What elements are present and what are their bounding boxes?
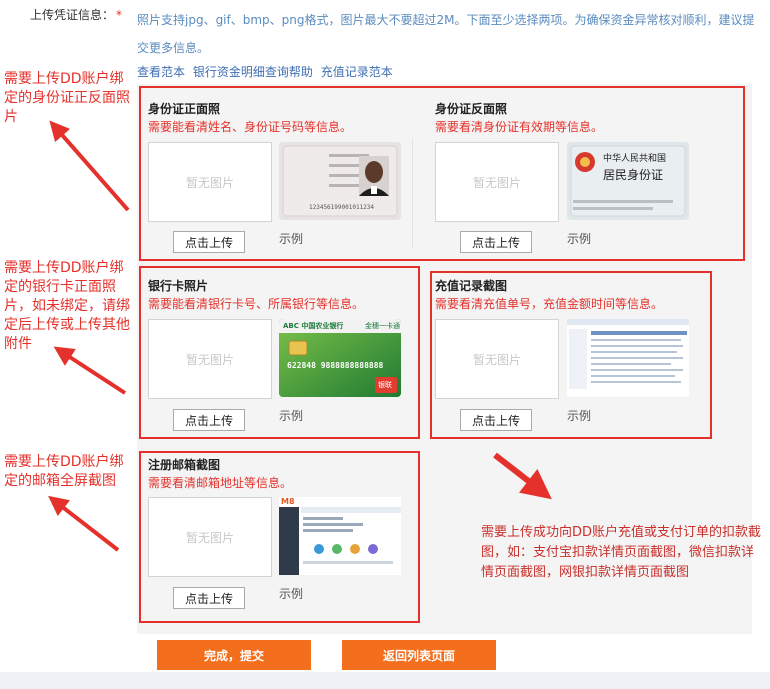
annotation-arrows [48,120,552,552]
arrow-payment [493,452,552,500]
footer-bar [0,672,770,689]
arrow-email [48,495,120,552]
arrow-bank-card [53,346,127,395]
back-to-list-button[interactable]: 返回列表页面 [342,640,496,670]
submit-button[interactable]: 完成，提交 [157,640,311,670]
arrow-id-card [49,120,130,212]
